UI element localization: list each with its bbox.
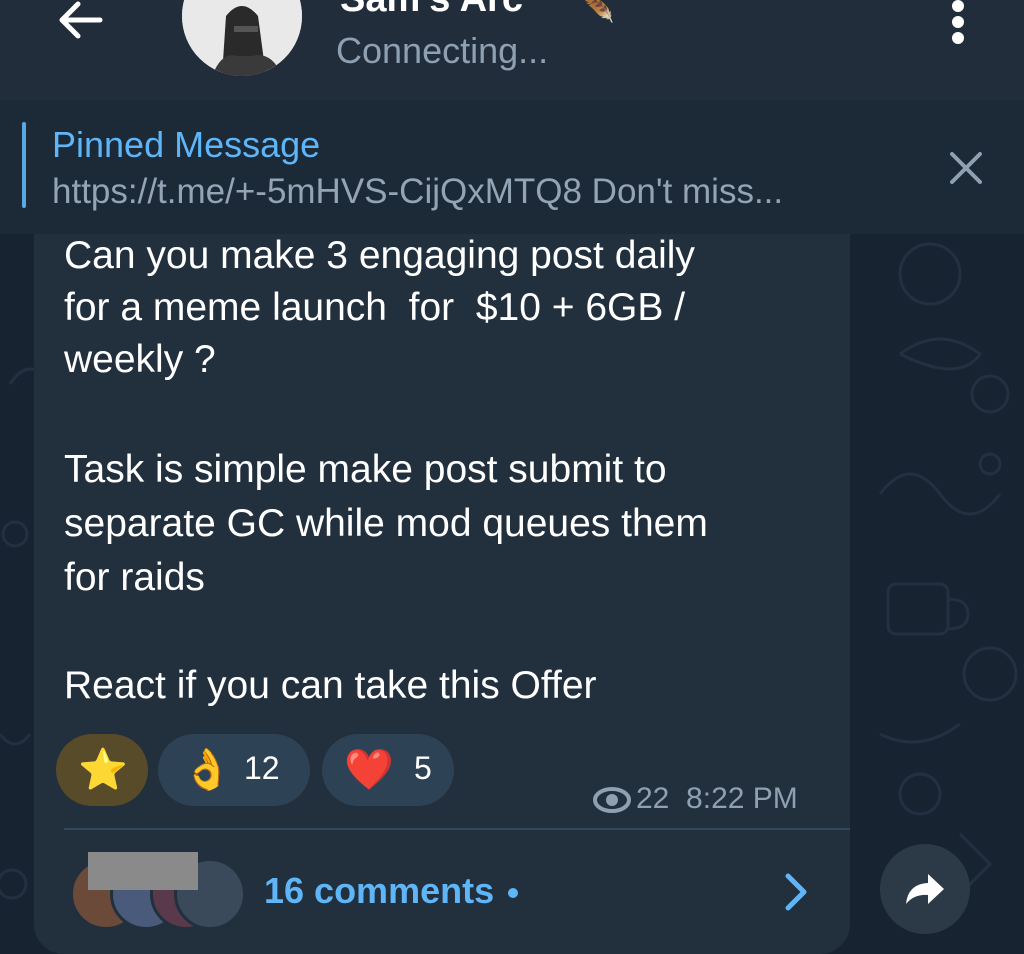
pinned-close-button[interactable] (942, 144, 990, 192)
reaction-count: 5 (414, 750, 432, 786)
message-text-line: separate GC while mod queues them (64, 502, 708, 545)
channel-avatar[interactable] (182, 0, 302, 76)
close-icon (950, 152, 982, 184)
message-text-line: weekly ? (64, 338, 216, 381)
message-text-line: Task is simple make post submit to (64, 448, 667, 491)
message-text-line: for raids (64, 556, 205, 599)
message-time: 8:22 PM (686, 782, 798, 815)
reaction-count: 12 (244, 750, 280, 786)
knight-helmet-icon (182, 0, 302, 76)
comments-count: 16 comments (264, 870, 495, 911)
share-arrow-icon (906, 874, 944, 904)
reaction-heart[interactable]: ❤️ 5 (322, 734, 454, 806)
star-icon: ⭐ (78, 748, 128, 792)
reaction-star[interactable]: ⭐ (56, 734, 148, 806)
pinned-label: Pinned Message (52, 124, 321, 165)
redaction-box (88, 852, 198, 890)
unread-dot (508, 888, 519, 899)
message-text-line: Can you make 3 engaging post daily (64, 234, 695, 277)
message-text-line: React if you can take this Offer (64, 664, 597, 707)
connection-status: Connecting... (336, 30, 549, 71)
back-arrow-icon (59, 1, 103, 39)
feather-icon: 🪶 (582, 0, 615, 24)
open-comments-button[interactable] (776, 868, 816, 916)
comments-link[interactable]: 16 comments (264, 870, 519, 912)
channel-title[interactable]: Sam's Arc (340, 0, 523, 21)
reaction-ok-hand[interactable]: 👌 12 (158, 734, 310, 806)
commenter-avatars[interactable] (70, 852, 246, 930)
pinned-text: https://t.me/+-5mHVS-CijQxMTQ8 Don't mis… (52, 172, 784, 211)
more-options-button[interactable] (940, 0, 976, 50)
pinned-indicator (22, 122, 26, 208)
message-text-line: for a meme launch for $10 + 6GB / (64, 286, 686, 329)
heart-icon: ❤️ (344, 748, 394, 792)
eye-icon (593, 787, 631, 814)
divider (64, 828, 850, 830)
ok-hand-icon: 👌 (182, 748, 232, 792)
chat-header: Sam's Arc 🪶 Connecting... (0, 0, 1024, 100)
back-button[interactable] (40, 0, 120, 50)
share-button[interactable] (880, 844, 970, 934)
message-meta: 22 8:22 PM (592, 782, 798, 816)
pinned-message-bar[interactable] (0, 100, 1024, 234)
view-count: 22 (636, 782, 670, 815)
chevron-right-icon (785, 873, 807, 911)
